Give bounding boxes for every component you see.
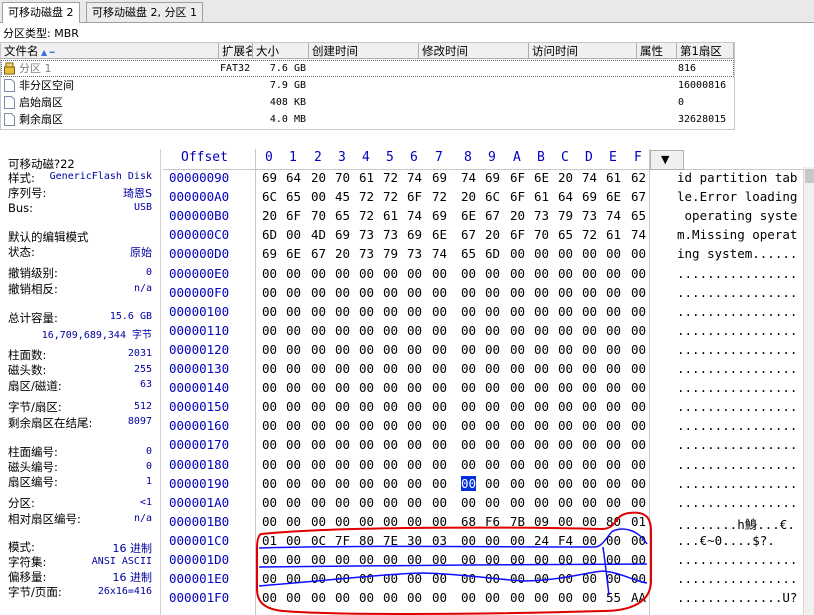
info-value: 16,709,689,344 字节 bbox=[41, 330, 152, 341]
row-first-sector: 816 bbox=[678, 63, 697, 74]
info-label: 撤销相反: bbox=[8, 282, 58, 296]
info-value: 16 进制 bbox=[112, 571, 153, 584]
table-row[interactable]: 剩余扇区 4.0 MB 32628015 bbox=[1, 111, 734, 128]
info-value: 原始 bbox=[130, 246, 152, 259]
column-header-modified[interactable]: 修改时间 bbox=[419, 43, 529, 59]
info-value: 16 进制 bbox=[112, 542, 153, 555]
info-value: 8097 bbox=[127, 416, 152, 427]
row-size: 4.0 MB bbox=[269, 114, 306, 125]
info-label: 分区: bbox=[8, 496, 35, 510]
info-value: n/a bbox=[133, 283, 152, 294]
info-label: 样式: bbox=[8, 171, 35, 185]
partition-table: 文件名 ▲ ━ 扩展名 大小 创建时间 修改时间 访问时间 属性 第1扇区 分区… bbox=[0, 42, 735, 130]
table-row[interactable]: 分区 1 FAT32 7.6 GB 816 bbox=[1, 60, 734, 77]
tab-removable-disk-2-partition-1[interactable]: 可移动磁盘 2, 分区 1 bbox=[86, 2, 203, 22]
row-name: 非分区空间 bbox=[19, 79, 74, 92]
info-value: 2031 bbox=[127, 348, 152, 359]
blue-annotation-line bbox=[258, 528, 648, 549]
info-label: 剩余扇区在结尾: bbox=[8, 416, 93, 430]
tab-removable-disk-2[interactable]: 可移动磁盘 2 bbox=[2, 2, 80, 23]
info-value: 0 bbox=[145, 446, 152, 457]
partition-drive-icon bbox=[4, 62, 15, 75]
column-header-created[interactable]: 创建时间 bbox=[309, 43, 419, 59]
scrollbar-thumb[interactable] bbox=[805, 169, 814, 183]
info-label: 总计容量: bbox=[8, 311, 58, 325]
red-annotation-ellipse bbox=[256, 511, 652, 615]
hex-editor[interactable]: Offset 0123456789ABCDEF ▼ 00000090 69 64 20… bbox=[163, 149, 814, 615]
row-size: 408 KB bbox=[269, 97, 306, 108]
tab-bar: 可移动磁盘 2 可移动磁盘 2, 分区 1 bbox=[0, 0, 814, 23]
column-header-accessed[interactable]: 访问时间 bbox=[529, 43, 637, 59]
info-label: 磁头数: bbox=[8, 363, 47, 377]
info-label: 模式: bbox=[8, 540, 35, 554]
info-value: GenericFlash Disk bbox=[49, 171, 152, 182]
info-value: 0 bbox=[145, 461, 152, 472]
info-label: Bus: bbox=[8, 201, 34, 215]
file-icon bbox=[4, 113, 15, 126]
info-value: 26x16=416 bbox=[97, 586, 152, 597]
info-value: 63 bbox=[139, 379, 152, 390]
row-ext: FAT32 bbox=[220, 63, 251, 74]
info-label: 柱面数: bbox=[8, 348, 47, 362]
table-row[interactable]: 非分区空间 7.9 GB 16000816 bbox=[1, 77, 734, 94]
info-label: 偏移量: bbox=[8, 570, 47, 584]
row-first-sector: 0 bbox=[678, 97, 685, 108]
column-header-attributes[interactable]: 属性 bbox=[637, 43, 677, 59]
row-name: 分区 1 bbox=[19, 62, 52, 75]
info-value: n/a bbox=[133, 513, 152, 524]
info-label: 默认的编辑模式 bbox=[8, 230, 89, 244]
info-label: 字节/页面: bbox=[8, 585, 62, 599]
info-label: 序列号: bbox=[8, 186, 47, 200]
file-icon bbox=[4, 79, 15, 92]
info-label: 相对扇区编号: bbox=[8, 512, 81, 526]
info-value: 1 bbox=[145, 476, 152, 487]
info-label: 字节/扇区: bbox=[8, 400, 62, 414]
row-name: 剩余扇区 bbox=[19, 113, 63, 126]
column-header-extension[interactable]: 扩展名 bbox=[219, 43, 253, 59]
info-value: USB bbox=[133, 202, 152, 213]
row-size: 7.9 GB bbox=[269, 80, 306, 91]
info-label: 柱面编号: bbox=[8, 445, 58, 459]
blue-annotation-line bbox=[258, 570, 648, 587]
info-value: 15.6 GB bbox=[109, 311, 152, 322]
info-label: 状态: bbox=[8, 245, 35, 259]
info-value: ANSI ASCII bbox=[91, 556, 152, 567]
table-row[interactable]: 启始扇区 408 KB 0 bbox=[1, 94, 734, 111]
annotation-overlay bbox=[256, 511, 652, 615]
info-label: 扇区/磁道: bbox=[8, 379, 62, 393]
info-label: 撤销级别: bbox=[8, 266, 58, 280]
column-header-filename[interactable]: 文件名 ▲ ━ bbox=[1, 43, 219, 59]
row-size: 7.6 GB bbox=[269, 63, 306, 74]
column-header-size[interactable]: 大小 bbox=[253, 43, 309, 59]
info-value: 0 bbox=[145, 267, 152, 278]
column-header-first-sector[interactable]: 第1扇区 bbox=[677, 43, 734, 59]
partition-type-label: 分区类型: MBR bbox=[3, 27, 79, 40]
info-label: 磁头编号: bbox=[8, 460, 58, 474]
file-icon bbox=[4, 96, 15, 109]
info-value: 琦恩S bbox=[123, 187, 152, 200]
disk-info-panel: 可移动磁?22 样式: GenericFlash Disk 序列号: 琦恩S B… bbox=[0, 149, 161, 615]
info-value: 255 bbox=[133, 364, 152, 375]
hex-scrollbar[interactable] bbox=[803, 167, 814, 615]
info-label: 字符集: bbox=[8, 555, 47, 569]
info-value: 512 bbox=[133, 401, 152, 412]
row-first-sector: 16000816 bbox=[678, 80, 727, 91]
blue-annotation-line bbox=[258, 563, 648, 568]
row-name: 启始扇区 bbox=[19, 96, 63, 109]
row-first-sector: 32628015 bbox=[678, 114, 727, 125]
info-value: <1 bbox=[139, 497, 152, 508]
info-label: 扇区编号: bbox=[8, 475, 58, 489]
